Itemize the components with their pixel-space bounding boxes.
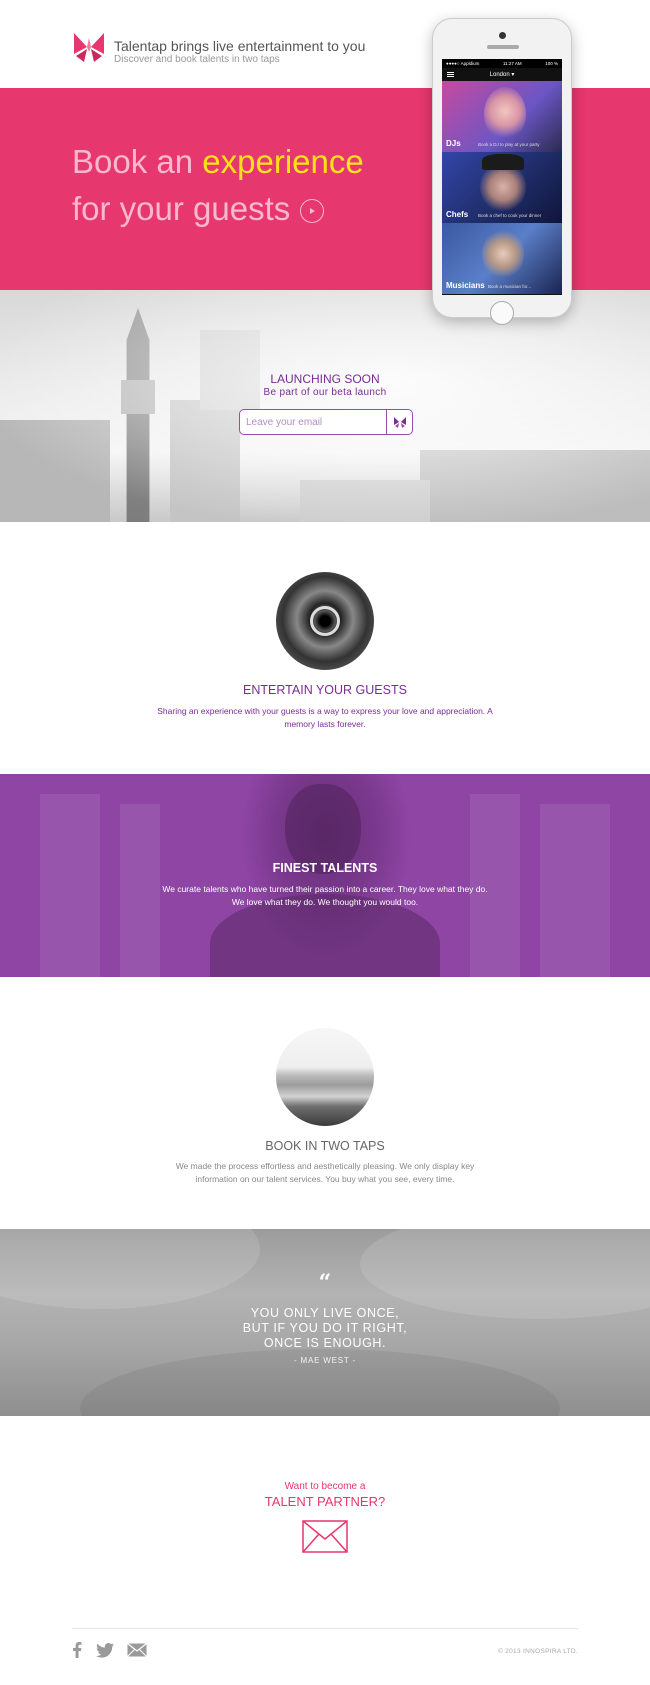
- quote-line: BUT IF YOU DO IT RIGHT,: [242, 1321, 408, 1335]
- tile-name: Musicians: [446, 281, 485, 290]
- landing-page: Talentap brings live entertainment to yo…: [0, 0, 650, 1685]
- category-tile-chefs[interactable]: Chefs Book a chef to cook your dinner: [442, 152, 562, 223]
- book-title: BOOK IN TWO TAPS: [265, 1139, 385, 1153]
- background-column: [120, 804, 160, 977]
- envelope-icon[interactable]: [302, 1520, 348, 1553]
- hero-headline-highlight: experience: [202, 143, 364, 180]
- partner-link[interactable]: TALENT PARTNER?: [0, 1494, 650, 1509]
- menu-icon[interactable]: [447, 72, 454, 77]
- phone-mockup: ●●●●○ Appldium 11:27 AM 100 % London ▾ D…: [432, 18, 572, 325]
- email-signup-form: [239, 409, 413, 435]
- category-tile-musicians[interactable]: Musicians Book a musician for...: [442, 223, 562, 294]
- chef-hat: [482, 154, 524, 170]
- quote-line: YOU ONLY LIVE ONCE,: [250, 1306, 400, 1320]
- entertain-text: Sharing an experience with your guests i…: [157, 706, 493, 729]
- status-carrier: ●●●●○ Appldium: [446, 61, 480, 66]
- finest-text: We curate talents who have turned their …: [162, 884, 488, 907]
- hero-headline-prefix: Book an: [72, 143, 203, 180]
- facebook-icon: [73, 1642, 82, 1658]
- fog-overlay: [0, 290, 650, 522]
- quote-author: - MAE WEST -: [294, 1356, 356, 1365]
- hero-subheadline-text: for your guests: [72, 190, 291, 227]
- brand-title: Talentap brings live entertainment to yo…: [114, 38, 366, 54]
- landscape-photo: [276, 1028, 374, 1126]
- tile-name: DJs: [446, 139, 461, 148]
- play-icon: [310, 208, 316, 214]
- butterfly-icon: [393, 417, 406, 428]
- book-text: We made the process effortless and aesth…: [175, 1161, 475, 1184]
- background-column: [540, 804, 610, 977]
- background-column: [40, 794, 100, 977]
- camera-lens: [310, 606, 340, 636]
- cloud-shape: [0, 1229, 260, 1309]
- tile-name: Chefs: [446, 210, 469, 219]
- app-bar: London ▾: [442, 68, 562, 81]
- status-battery: 100 %: [545, 61, 558, 66]
- tile-description: Book a chef to cook your dinner: [478, 213, 542, 218]
- launch-subtitle: Be part of our beta launch: [263, 387, 387, 398]
- location-selector[interactable]: London ▾: [490, 71, 515, 78]
- quote-mark-icon: “: [318, 1270, 332, 1296]
- twitter-icon: [96, 1642, 114, 1658]
- footer-divider: [72, 1628, 578, 1629]
- twitter-link[interactable]: [95, 1641, 115, 1659]
- facebook-link[interactable]: [70, 1641, 84, 1659]
- city-background: [0, 290, 650, 522]
- mail-icon: [127, 1643, 147, 1657]
- hero-headline: Book an experience: [72, 143, 364, 181]
- finest-talents-band: [0, 774, 650, 977]
- dj-photo: [484, 87, 526, 141]
- camera-photo: [276, 572, 374, 670]
- email-input[interactable]: [240, 410, 386, 434]
- musician-photo: [482, 229, 524, 279]
- tile-description: Book a musician for...: [488, 284, 532, 289]
- phone-home-button: [490, 301, 514, 325]
- email-submit-button[interactable]: [386, 410, 412, 434]
- phone-speaker: [487, 45, 519, 49]
- talentap-logo[interactable]: [72, 30, 106, 64]
- copyright-text: © 2013 INNOSPIRA LTD.: [498, 1648, 578, 1655]
- brand-subtitle: Discover and book talents in two taps: [114, 54, 280, 65]
- phone-status-bar: ●●●●○ Appldium 11:27 AM 100 %: [442, 59, 562, 68]
- tile-description: Book a DJ to play at your party: [478, 142, 540, 147]
- finest-title: FINEST TALENTS: [272, 861, 378, 875]
- phone-camera: [499, 32, 506, 39]
- partner-prompt: Want to become a: [284, 1481, 366, 1492]
- mail-link[interactable]: [126, 1641, 148, 1659]
- category-tile-djs[interactable]: DJs Book a DJ to play at your party: [442, 81, 562, 152]
- status-time: 11:27 AM: [502, 61, 522, 66]
- play-video-button[interactable]: [300, 199, 325, 223]
- launch-title: LAUNCHING SOON: [270, 372, 380, 386]
- entertain-title: ENTERTAIN YOUR GUESTS: [243, 683, 407, 697]
- quote-line: ONCE IS ENOUGH.: [263, 1336, 387, 1350]
- hero-subheadline: for your guests: [72, 190, 325, 228]
- phone-screen: ●●●●○ Appldium 11:27 AM 100 % London ▾ D…: [442, 59, 562, 295]
